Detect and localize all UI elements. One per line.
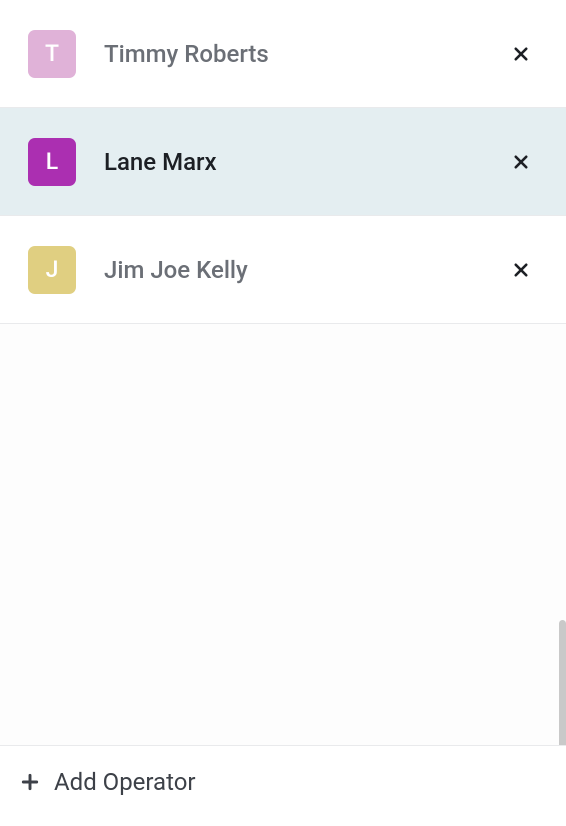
avatar: T	[28, 30, 76, 78]
operator-row[interactable]: L Lane Marx	[0, 108, 566, 216]
operator-row[interactable]: J Jim Joe Kelly	[0, 216, 566, 324]
avatar: J	[28, 246, 76, 294]
close-icon[interactable]	[510, 151, 532, 173]
operator-name: Jim Joe Kelly	[104, 256, 510, 284]
add-operator-button[interactable]: Add Operator	[18, 768, 548, 796]
operator-panel: T Timmy Roberts L Lane Marx J Jim Joe Kelly A…	[0, 0, 566, 826]
add-operator-label: Add Operator	[54, 768, 196, 796]
footer: Add Operator	[0, 745, 566, 826]
operator-row[interactable]: T Timmy Roberts	[0, 0, 566, 108]
operator-list: T Timmy Roberts L Lane Marx J Jim Joe Kelly	[0, 0, 566, 324]
close-icon[interactable]	[510, 43, 532, 65]
operator-name: Lane Marx	[104, 148, 510, 176]
operator-name: Timmy Roberts	[104, 40, 510, 68]
plus-icon	[18, 770, 42, 794]
avatar: L	[28, 138, 76, 186]
close-icon[interactable]	[510, 259, 532, 281]
